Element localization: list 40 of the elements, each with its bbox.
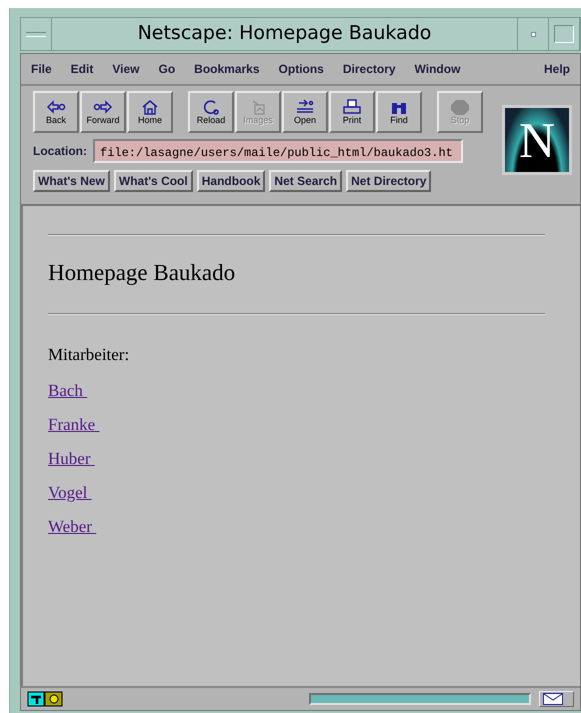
menu-item[interactable]: Go bbox=[158, 62, 176, 76]
location-field[interactable]: file:/lasagne/users/maile/public_html/baukado3.ht bbox=[93, 139, 463, 163]
menu-item[interactable]: Options bbox=[278, 62, 324, 76]
toolbar-button[interactable]: Print bbox=[329, 91, 375, 133]
directory-button[interactable]: What's Cool bbox=[114, 170, 193, 192]
link[interactable]: Weber bbox=[48, 517, 96, 536]
section-label: Mitarbeiter: bbox=[48, 345, 130, 365]
link[interactable]: Franke bbox=[48, 415, 100, 434]
link[interactable]: Bach bbox=[48, 381, 88, 400]
toolbar-button[interactable]: Forward bbox=[80, 91, 126, 133]
link[interactable]: Huber bbox=[48, 449, 95, 468]
envelope-icon bbox=[543, 693, 563, 705]
window-title: Netscape: Homepage Baukado bbox=[52, 18, 518, 50]
toolbar-button[interactable]: Reload bbox=[188, 91, 234, 133]
menu-item[interactable]: Directory bbox=[342, 62, 396, 76]
directory-button[interactable]: Net Directory bbox=[346, 170, 432, 192]
directory-button[interactable]: Net Search bbox=[269, 170, 342, 192]
toolbar-button[interactable]: Home bbox=[127, 91, 173, 133]
menu-item[interactable]: Edit bbox=[70, 62, 94, 76]
menu-item[interactable]: View bbox=[112, 62, 140, 76]
left-arrow-icon bbox=[45, 99, 67, 115]
printer-icon bbox=[341, 99, 363, 115]
directory-button[interactable]: Handbook bbox=[196, 170, 266, 192]
menu-item[interactable]: Bookmarks bbox=[194, 62, 260, 76]
directory-button[interactable]: What's New bbox=[33, 170, 110, 192]
link[interactable]: Vogel bbox=[48, 483, 92, 502]
menu-item[interactable]: File bbox=[31, 62, 52, 76]
logo: N bbox=[502, 105, 572, 175]
page-heading: Homepage Baukado bbox=[48, 260, 236, 286]
toolbar-button[interactable]: Find bbox=[376, 91, 422, 133]
mail-button[interactable] bbox=[539, 691, 574, 707]
open-icon bbox=[294, 99, 316, 115]
toolbar-button[interactable]: Open bbox=[282, 91, 328, 133]
right-arrow-icon bbox=[92, 99, 114, 115]
location-label: Location: bbox=[33, 144, 87, 158]
octagon-icon bbox=[449, 99, 471, 115]
toolbar-button[interactable]: Back bbox=[33, 91, 79, 133]
menu-item[interactable]: Window bbox=[414, 62, 460, 76]
security-key-icon bbox=[27, 691, 63, 707]
menu-item[interactable]: Help bbox=[544, 62, 570, 76]
